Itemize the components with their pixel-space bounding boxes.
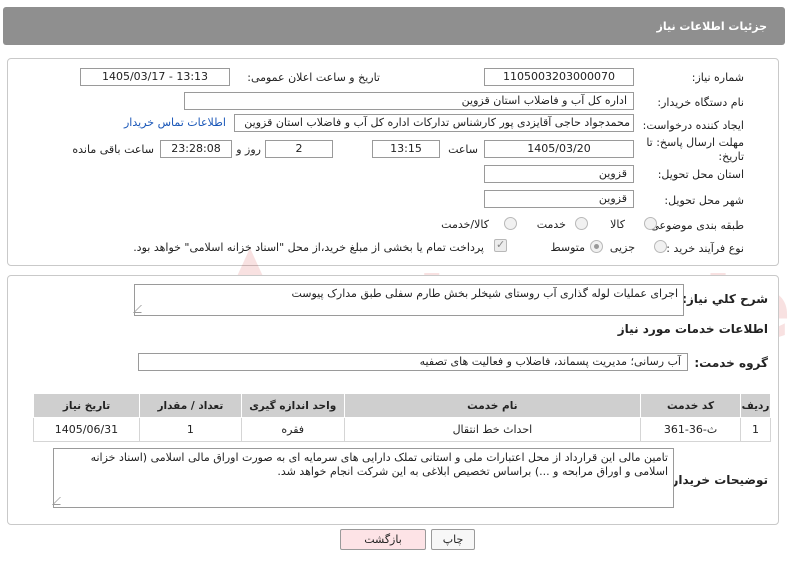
services-table: ردیف کد خدمت نام خدمت واحد اندازه گیری ت… [33,393,771,442]
cell-service-code: ث-36-361 [640,417,742,442]
time-remaining-field: 23:28:08 [160,140,232,158]
cell-service-name: احداث خط انتقال [343,417,642,442]
col-need-date: تاریخ نیاز [33,393,140,418]
deadline-time-label: ساعت [448,143,478,156]
province-field: قزوین [484,165,634,183]
header-bar: جزئیات اطلاعات نیاز [3,7,785,45]
category-goods-radio[interactable] [644,217,657,230]
back-button[interactable]: بازگشت [340,529,426,550]
city-field: قزوین [484,190,634,208]
category-goods-service-radio[interactable] [504,217,517,230]
days-remaining-field: 2 [265,140,333,158]
deadline-date-field: 1405/03/20 [484,140,634,158]
buyer-contact-link[interactable]: اطلاعات تماس خریدار [124,116,226,129]
col-service-code: کد خدمت [640,393,742,418]
need-number-field: 1105003203000070 [484,68,634,86]
process-minor-label: جزیی [609,241,635,254]
buyer-org-label: نام دستگاه خریدار: [657,96,744,109]
time-remaining-label: ساعت باقی مانده [72,143,154,156]
announce-datetime-field: 1405/03/17 - 13:13 [80,68,230,86]
summary-label: شرح کلي نياز: [682,292,768,306]
buyer-notes-text: تامین مالی این قرارداد از محل اعتبارات م… [90,451,668,478]
buyer-notes-textarea: تامین مالی این قرارداد از محل اعتبارات م… [52,448,674,508]
process-medium-radio[interactable] [590,240,603,253]
col-unit: واحد اندازه گیری [240,393,345,418]
process-minor-radio[interactable] [654,240,667,253]
deadline-label: مهلت ارسال پاسخ: تا تاریخ: [646,136,744,163]
resize-handle[interactable] [52,497,68,505]
cell-need-date: 1405/06/31 [33,417,140,442]
service-group-label: گروه خدمت: [694,356,768,370]
category-service-label: خدمت [536,218,566,231]
process-type-label: نوع فرآیند خرید : [666,242,744,255]
buyer-notes-label: توضیحات خریدار: [666,473,768,487]
cell-unit: فقره [240,417,345,442]
category-service-radio[interactable] [575,217,588,230]
days-label: روز و [236,143,261,156]
cell-quantity: 1 [138,417,242,442]
col-row: ردیف [740,393,771,418]
need-number-label: شماره نیاز: [691,71,744,84]
category-goods-label: کالا [610,218,625,231]
creator-field: محمدجواد حاجی آقایزدی پور کارشناس تدارکا… [234,114,634,132]
province-label: استان محل تحویل: [657,168,744,181]
creator-label: ایجاد کننده درخواست: [642,119,744,132]
announce-label: تاریخ و ساعت اعلان عمومی: [247,71,380,84]
category-goods-service-label: کالا/خدمت [441,218,489,231]
city-label: شهر محل تحویل: [664,194,744,207]
cell-row: 1 [740,417,771,442]
resize-handle[interactable] [133,305,149,313]
col-quantity: تعداد / مقدار [138,393,242,418]
islamic-treasury-checkbox[interactable] [494,238,507,252]
page-title: جزئیات اطلاعات نیاز [656,20,768,33]
payment-note: پرداخت تمام یا بخشی از مبلغ خرید،از محل … [133,241,484,254]
table-header-row: ردیف کد خدمت نام خدمت واحد اندازه گیری ت… [33,393,771,418]
print-button[interactable]: چاپ [431,529,475,550]
deadline-time-field: 13:15 [372,140,440,158]
process-medium-label: متوسط [550,241,585,254]
service-group-field: آب رسانی؛ مدیریت پسماند، فاضلاب و فعالیت… [138,353,688,371]
table-row: 1 ث-36-361 احداث خط انتقال فقره 1 1405/0… [33,417,771,442]
category-label: طبقه بندی موضوعی: [646,219,744,232]
summary-textarea: اجرای عملیات لوله گذاری آب روستای شیخلر … [133,284,684,316]
summary-text: اجرای عملیات لوله گذاری آب روستای شیخلر … [291,287,678,300]
services-section-title: اطلاعات خدمات مورد نیاز [617,322,768,336]
col-service-name: نام خدمت [343,393,642,418]
buyer-org-field: اداره کل آب و فاضلاب استان قزوین [184,92,634,110]
